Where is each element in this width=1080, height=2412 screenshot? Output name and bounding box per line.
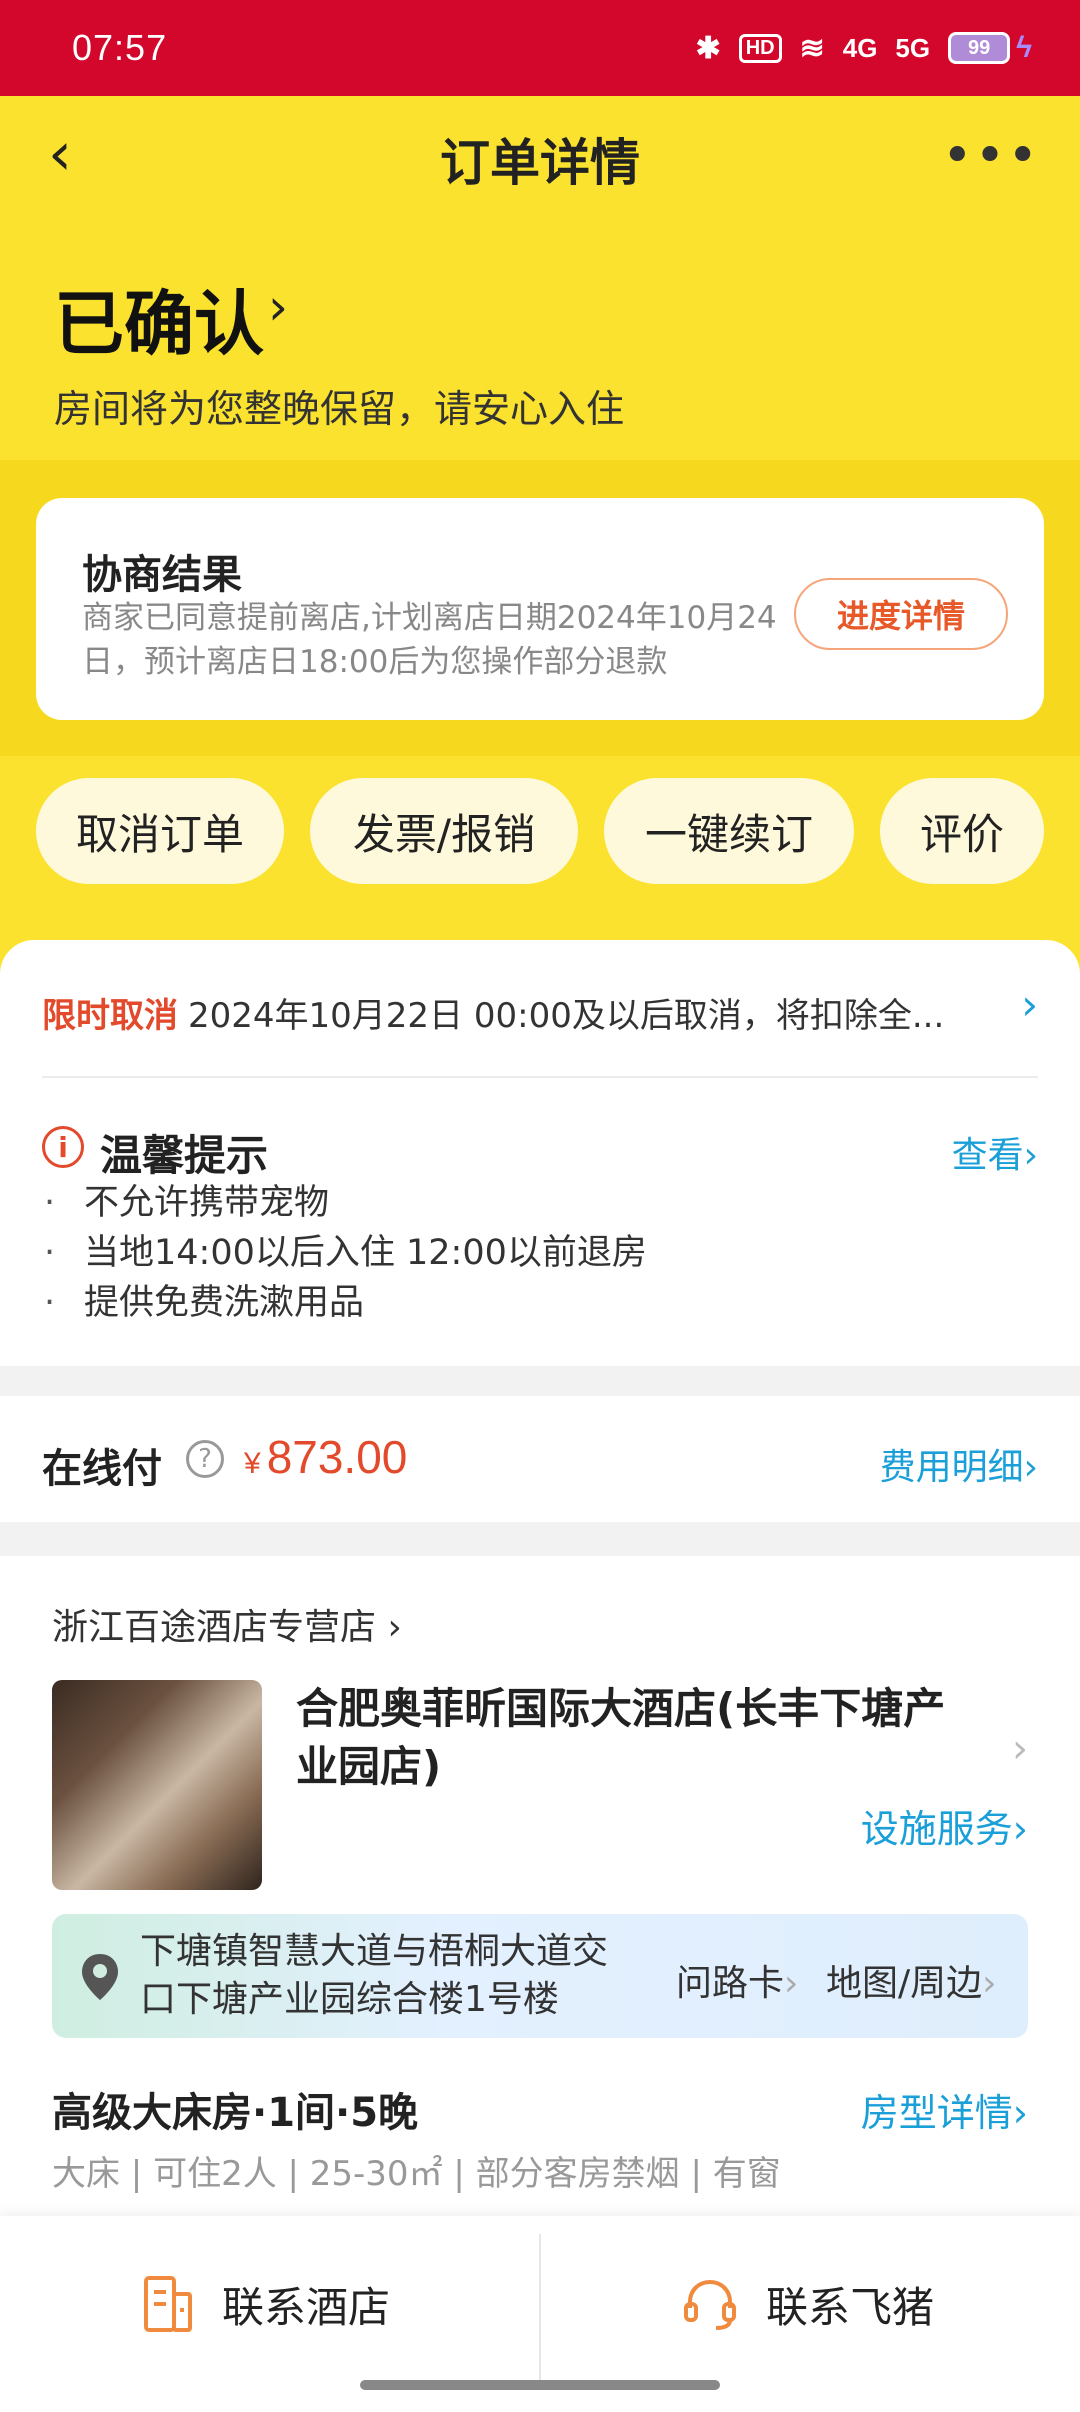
currency-symbol: ¥: [244, 1447, 261, 1480]
policy-panel: 限时取消 2024年10月22日 00:00及以后取消，将扣除全... › i …: [0, 940, 1080, 1366]
tips-title: 温馨提示: [100, 1131, 269, 1180]
renew-button[interactable]: 一键续订: [604, 778, 854, 884]
charging-icon: ϟ: [1016, 31, 1032, 64]
fee-detail-link[interactable]: 费用明细›: [880, 1438, 1038, 1490]
progress-detail-button[interactable]: 进度详情: [794, 578, 1008, 650]
room-title: 高级大床房·1间·5晚: [52, 2090, 419, 2136]
chevron-right-icon[interactable]: ›: [1012, 1726, 1028, 1772]
divider: [539, 2234, 541, 2384]
headset-icon: [684, 2279, 736, 2330]
help-icon[interactable]: ?: [186, 1440, 224, 1478]
negotiation-card: 协商结果 商家已同意提前离店,计划离店日期2024年10月24日，预计离店日18…: [36, 498, 1044, 720]
status-bar: 07:57 ✱ HD ≋ 4G 5G 99 ϟ: [0, 0, 1080, 96]
route-card-link[interactable]: 问路卡›: [676, 1954, 798, 2006]
review-button[interactable]: 评价: [880, 778, 1044, 884]
tip-text: 不允许携带宠物: [84, 1183, 330, 1223]
payment-amount: ¥873.00: [244, 1430, 407, 1484]
bullet: ·: [44, 1283, 56, 1323]
tips-view-link[interactable]: 查看›: [952, 1126, 1038, 1178]
list-item: · 当地14:00以后入住 12:00以前退房: [44, 1228, 647, 1278]
status-icons: ✱ HD ≋ 4G 5G 99 ϟ: [696, 31, 1032, 66]
route-card-label: 问路卡: [676, 1963, 785, 2004]
hotel-name[interactable]: 合肥奥菲昕国际大酒店(长丰下塘产业园店): [296, 1680, 976, 1796]
page-title: 订单详情: [440, 134, 640, 192]
hd-icon: HD: [738, 33, 782, 63]
hotel-address: 下塘镇智慧大道与梧桐大道交口下塘产业园综合楼1号楼: [140, 1931, 609, 2020]
room-meta: 大床 | 可住2人 | 25-30㎡ | 部分客房禁烟 | 有窗: [52, 2154, 781, 2194]
nav-bar: ‹ 订单详情 •••: [0, 96, 1080, 222]
battery-icon: 99 ϟ: [948, 31, 1032, 65]
negotiation-text: 商家已同意提前离店,计划离店日期2024年10月24日，预计离店日18:00后为…: [82, 600, 777, 680]
amount-value: 873.00: [266, 1431, 408, 1483]
list-item: · 不允许携带宠物: [44, 1178, 647, 1228]
bluetooth-icon: ✱: [695, 31, 721, 65]
payment-label: 在线付: [42, 1446, 162, 1492]
chevron-right-icon: ›: [982, 1963, 997, 2004]
cancel-order-button[interactable]: 取消订单: [36, 778, 284, 884]
hotel-photo[interactable]: [52, 1680, 262, 1890]
wifi-icon: ≋: [799, 31, 825, 65]
order-status-title[interactable]: 已确认: [54, 268, 264, 369]
order-status-subtitle: 房间将为您整晚保留，请安心入住: [54, 387, 625, 431]
shop-name-link[interactable]: 浙江百途酒店专营店 ›: [52, 1598, 402, 1650]
home-indicator[interactable]: [360, 2380, 720, 2390]
signal-5g-icon: 5G: [895, 32, 931, 63]
list-item: · 提供免费洗漱用品: [44, 1278, 647, 1328]
facility-service-link[interactable]: 设施服务›: [861, 1798, 1028, 1853]
map-link[interactable]: 地图/周边›: [826, 1954, 997, 2006]
contact-hotel-label: 联系酒店: [222, 2282, 391, 2332]
more-icon[interactable]: •••: [942, 130, 1040, 182]
invoice-button[interactable]: 发票/报销: [310, 778, 578, 884]
contact-fliggy-label: 联系飞猪: [766, 2282, 935, 2332]
map-label: 地图/周边: [826, 1963, 983, 2004]
battery-level: 99: [948, 32, 1011, 64]
action-buttons: 取消订单 发票/报销 一键续订 评价: [0, 778, 1080, 884]
negotiation-title: 协商结果: [82, 552, 242, 598]
contact-fliggy-button[interactable]: 联系飞猪: [680, 2264, 934, 2344]
chevron-right-icon[interactable]: ›: [268, 278, 288, 336]
divider: [42, 1076, 1038, 1078]
contact-hotel-button[interactable]: 联系酒店: [140, 2264, 390, 2344]
signal-4g-icon: 4G: [842, 32, 878, 63]
hotel-building-icon: [144, 2276, 192, 2332]
payment-panel: 在线付 ? ¥873.00 费用明细›: [0, 1396, 1080, 1522]
tip-text: 提供免费洗漱用品: [84, 1283, 365, 1323]
back-icon[interactable]: ‹: [48, 124, 72, 184]
location-pin-icon: [82, 1954, 118, 2000]
status-time: 07:57: [72, 27, 168, 68]
tips-list: · 不允许携带宠物 · 当地14:00以后入住 12:00以前退房 · 提供免费洗漱用…: [44, 1178, 647, 1328]
chevron-right-icon: ›: [784, 1963, 799, 2004]
bullet: ·: [44, 1183, 56, 1223]
cancel-policy-label: 限时取消: [42, 996, 178, 1036]
cancel-policy-text: 2024年10月22日 00:00及以后取消，将扣除全...: [188, 996, 945, 1036]
tip-text: 当地14:00以后入住 12:00以前退房: [84, 1233, 647, 1273]
hotel-panel: 浙江百途酒店专营店 › 合肥奥菲昕国际大酒店(长丰下塘产业园店) › 设施服务›…: [0, 1556, 1080, 2216]
chevron-right-icon[interactable]: ›: [1021, 980, 1038, 1029]
room-detail-link[interactable]: 房型详情›: [861, 2082, 1028, 2137]
info-icon: i: [42, 1126, 84, 1168]
bullet: ·: [44, 1233, 56, 1273]
address-box: 下塘镇智慧大道与梧桐大道交口下塘产业园综合楼1号楼 问路卡› 地图/周边›: [52, 1914, 1028, 2038]
cancel-policy-row[interactable]: 限时取消 2024年10月22日 00:00及以后取消，将扣除全...: [42, 988, 1038, 1037]
